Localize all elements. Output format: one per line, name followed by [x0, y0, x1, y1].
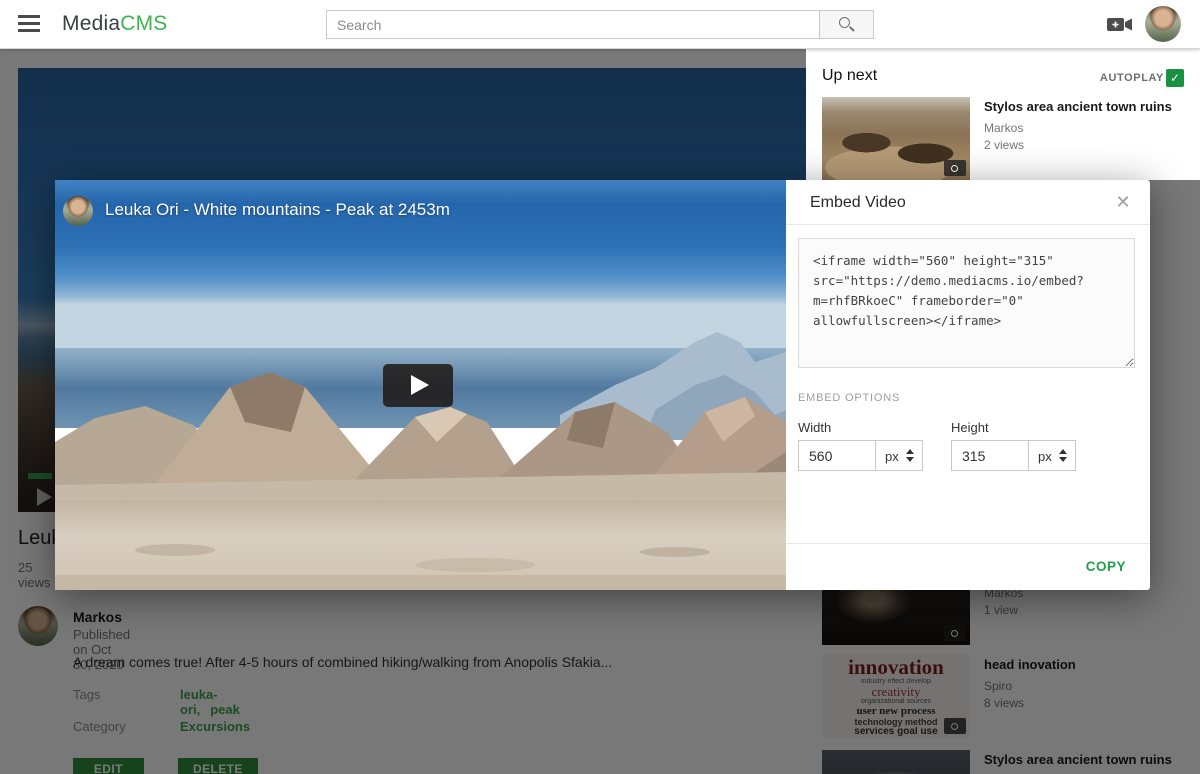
embed-video-modal: Leuka Ori - White mountains - Peak at 24…	[55, 180, 1150, 590]
video-author: Markos	[984, 120, 1182, 137]
spinner-arrows-icon	[1059, 449, 1067, 462]
preview-video-title: Leuka Ori - White mountains - Peak at 24…	[105, 200, 450, 220]
search-button[interactable]	[820, 10, 874, 39]
hamburger-menu-icon[interactable]	[18, 15, 40, 33]
upload-media-icon[interactable]	[1107, 15, 1133, 34]
spinner-arrows-icon	[906, 449, 914, 462]
height-label: Height	[951, 420, 989, 435]
video-views: 2 views	[984, 137, 1182, 154]
width-input[interactable]	[798, 440, 876, 471]
video-thumbnail[interactable]	[822, 97, 970, 180]
user-avatar[interactable]	[1145, 6, 1181, 42]
embed-code-textarea[interactable]: <iframe width="560" height="315" src="ht…	[798, 238, 1135, 368]
app-root: MediaCMS Leuka Ori - White mountains - P…	[0, 0, 1200, 774]
height-input[interactable]	[951, 440, 1029, 471]
height-unit-select[interactable]: px	[1029, 440, 1076, 471]
preview-author-avatar	[63, 196, 93, 226]
top-navbar: MediaCMS	[0, 0, 1200, 49]
embed-panel: Embed Video ✕ <iframe width="560" height…	[786, 180, 1150, 590]
camera-icon	[944, 160, 966, 176]
preview-play-button[interactable]	[383, 364, 453, 407]
search-icon	[839, 17, 850, 28]
video-title[interactable]: Stylos area ancient town ruins	[984, 99, 1182, 115]
modal-backdrop[interactable]	[0, 49, 806, 180]
logo-text-media: Media	[62, 12, 120, 35]
width-unit-select[interactable]: px	[876, 440, 923, 471]
embed-options-heading: EMBED OPTIONS	[798, 392, 900, 404]
autoplay-checkbox[interactable]: ✓	[1166, 69, 1184, 87]
autoplay-label: AUTOPLAY	[1100, 72, 1164, 84]
mediacms-logo[interactable]: MediaCMS	[62, 12, 167, 36]
close-icon[interactable]: ✕	[1112, 192, 1134, 213]
modal-title: Embed Video	[810, 194, 906, 212]
search-input[interactable]	[326, 10, 820, 39]
width-label: Width	[798, 420, 831, 435]
logo-text-cms: CMS	[120, 12, 167, 35]
embed-preview-player[interactable]: Leuka Ori - White mountains - Peak at 24…	[55, 180, 786, 590]
up-next-heading: Up next	[822, 67, 877, 85]
copy-button[interactable]: COPY	[1086, 559, 1126, 574]
